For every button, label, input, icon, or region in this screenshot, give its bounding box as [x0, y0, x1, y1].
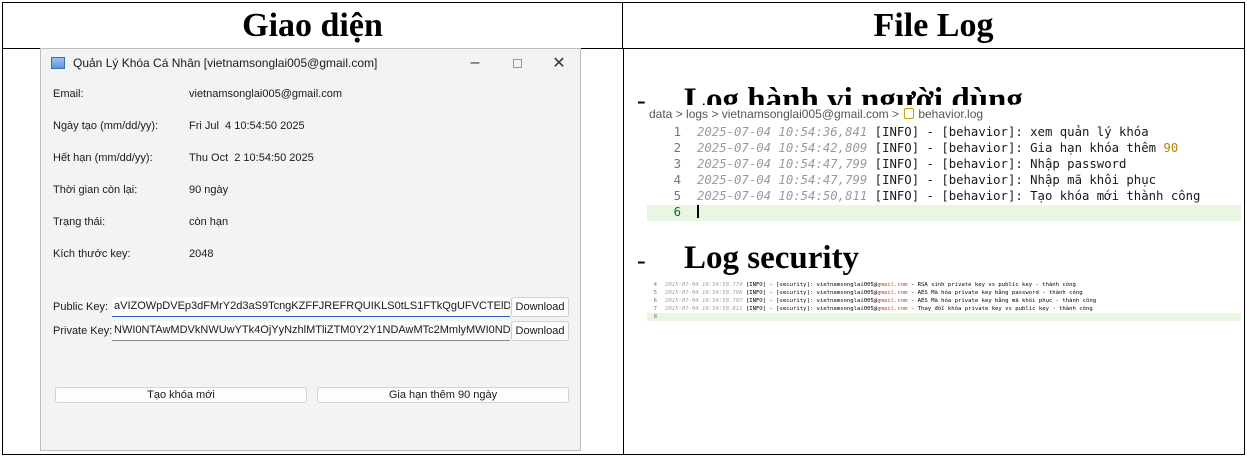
public-key-label: Public Key: — [53, 301, 109, 313]
maximize-button[interactable] — [496, 49, 538, 77]
log-timestamp: 2025-07-04 10:54:50,774 — [665, 282, 743, 288]
line-number: 8 — [653, 314, 657, 320]
log-message: [INFO] - [behavior]: xem quản lý khóa — [867, 125, 1149, 139]
info-label: Trạng thái: — [53, 216, 106, 228]
security-log-line[interactable]: 5 2025-07-04 10:54:50,796 [INFO] - [secur… — [647, 289, 1241, 297]
log-timestamp: 2025-07-04 10:54:50,797 — [665, 298, 743, 304]
create-key-button[interactable]: Tạo khóa mới — [55, 387, 307, 403]
line-number: 7 — [653, 306, 657, 312]
log-timestamp: 2025-07-04 10:54:50,811 — [665, 306, 743, 312]
log-timestamp: 2025-07-04 10:54:42,809 — [697, 141, 868, 155]
security-log-heading: Log security — [684, 240, 860, 276]
breadcrumb-path[interactable]: data > logs > vietnamsonglai005@gmail.co… — [649, 107, 902, 121]
maximize-icon — [512, 58, 522, 68]
behavior-dash: - — [637, 86, 646, 115]
info-value: còn hạn — [189, 216, 229, 228]
log-timestamp: 2025-07-04 10:54:50,811 — [697, 189, 868, 203]
public-key-download-button[interactable]: Download — [511, 297, 569, 317]
title-bar[interactable]: Quản Lý Khóa Cá Nhân [vietnamsonglai005@… — [41, 49, 580, 77]
log-line[interactable]: 1 2025-07-04 10:54:36,841 [INFO] - [behav… — [647, 125, 1241, 141]
info-label: Hết hạn (mm/dd/yy): — [53, 152, 153, 164]
line-number: 5 — [653, 290, 657, 296]
info-value: 90 ngày — [189, 184, 229, 196]
line-number: 3 — [673, 157, 681, 171]
log-message: - AES Mã hóa private key bằng password -… — [907, 290, 1083, 296]
security-log-line[interactable]: 4 2025-07-04 10:54:50,774 [INFO] - [secur… — [647, 281, 1241, 289]
log-message: [INFO] - [behavior]: Gia hạn khóa thêm — [867, 141, 1164, 155]
log-line[interactable]: 4 2025-07-04 10:54:47,799 [INFO] - [behav… — [647, 173, 1241, 189]
minimize-button[interactable]: – — [454, 49, 496, 77]
column-divider — [623, 49, 624, 454]
extend-key-button[interactable]: Gia hạn thêm 90 ngày — [317, 387, 569, 403]
app-icon — [51, 57, 65, 69]
line-number: 6 — [673, 205, 681, 219]
line-number: 5 — [673, 189, 681, 203]
log-message: [INFO] - [behavior]: Nhập mã khôi phục — [867, 173, 1157, 187]
log-timestamp: 2025-07-04 10:54:47,799 — [697, 157, 868, 171]
private-key-label: Private Key: — [53, 325, 113, 337]
security-log-line[interactable]: 6 2025-07-04 10:54:50,797 [INFO] - [secur… — [647, 297, 1241, 305]
log-message: [INFO] - [security]: vietnamsonglai005@ — [742, 298, 878, 304]
close-button[interactable]: ✕ — [538, 49, 580, 77]
log-line[interactable]: 3 2025-07-04 10:54:47,799 [INFO] - [behav… — [647, 157, 1241, 173]
info-value: Fri Jul 4 10:54:50 2025 — [189, 120, 305, 132]
log-timestamp: 2025-07-04 10:54:50,796 — [665, 290, 743, 296]
log-message: - AES Mã hóa private key bằng mã khôi ph… — [907, 298, 1097, 304]
info-label: Email: — [53, 88, 84, 100]
header-interface: Giao diện — [3, 3, 623, 49]
log-message: [INFO] - [security]: vietnamsonglai005@ — [742, 306, 878, 312]
info-label: Ngày tạo (mm/dd/yy): — [53, 120, 159, 132]
line-number: 2 — [673, 141, 681, 155]
log-number: 90 — [1163, 141, 1179, 155]
log-timestamp: 2025-07-04 10:54:36,841 — [697, 125, 868, 139]
breadcrumb[interactable]: data > logs > vietnamsonglai005@gmail.co… — [649, 107, 983, 121]
log-message: [INFO] - [security]: vietnamsonglai005@ — [742, 282, 878, 288]
window-title: Quản Lý Khóa Cá Nhân [vietnamsonglai005@… — [73, 56, 378, 70]
text-cursor — [697, 205, 699, 218]
info-value: vietnamsonglai005@gmail.com — [189, 88, 343, 100]
log-message: [INFO] - [behavior]: Nhập password — [867, 157, 1127, 171]
security-log-editor: 4 2025-07-04 10:54:50,774 [INFO] - [secur… — [647, 281, 1241, 333]
email-link[interactable]: gmail.com — [877, 290, 907, 296]
line-number: 6 — [653, 298, 657, 304]
log-message: - Thay đổi khóa private key vs public ke… — [907, 306, 1093, 312]
breadcrumb-file[interactable]: behavior.log — [918, 107, 983, 121]
info-value: 2048 — [189, 248, 214, 260]
security-log-line[interactable]: 7 2025-07-04 10:54:50,811 [INFO] - [secur… — [647, 305, 1241, 313]
header-file-log: File Log — [623, 3, 1244, 49]
behavior-log-editor: data > logs > vietnamsonglai005@gmail.co… — [647, 105, 1241, 228]
info-value: Thu Oct 2 10:54:50 2025 — [189, 152, 314, 164]
log-timestamp: 2025-07-04 10:54:47,799 — [697, 173, 868, 187]
email-link[interactable]: gmail.com — [877, 282, 907, 288]
private-key-download-button[interactable]: Download — [511, 321, 569, 341]
info-label: Thời gian còn lại: — [53, 184, 138, 196]
log-line[interactable]: 2 2025-07-04 10:54:42,809 [INFO] - [behav… — [647, 141, 1241, 157]
log-file-icon — [904, 108, 915, 119]
log-message: [INFO] - [behavior]: Tạo khóa mới thành … — [867, 189, 1201, 203]
public-key-field[interactable]: aVIZOWpDVEp3dFMrY2d3aS9TcngKZFFJREFRQUIK… — [112, 297, 510, 317]
app-window: Quản Lý Khóa Cá Nhân [vietnamsonglai005@… — [40, 48, 581, 451]
line-number: 1 — [673, 125, 681, 139]
private-key-field[interactable]: NWI0NTAwMDVkNWUwYTk4OjYyNzhlMTliZTM0Y2Y1… — [112, 321, 510, 341]
active-log-line[interactable]: 6 — [647, 205, 1241, 221]
info-label: Kích thước key: — [53, 248, 131, 260]
line-number: 4 — [653, 282, 657, 288]
log-message: [INFO] - [security]: vietnamsonglai005@ — [742, 290, 878, 296]
security-dash: - — [637, 246, 646, 275]
email-link[interactable]: gmail.com — [877, 298, 907, 304]
log-line[interactable]: 5 2025-07-04 10:54:50,811 [INFO] - [behav… — [647, 189, 1241, 205]
email-link[interactable]: gmail.com — [877, 306, 907, 312]
log-message: - RSA sinh private key vs public key - t… — [907, 282, 1076, 288]
line-number: 4 — [673, 173, 681, 187]
active-log-line[interactable]: 8 — [647, 313, 1241, 321]
